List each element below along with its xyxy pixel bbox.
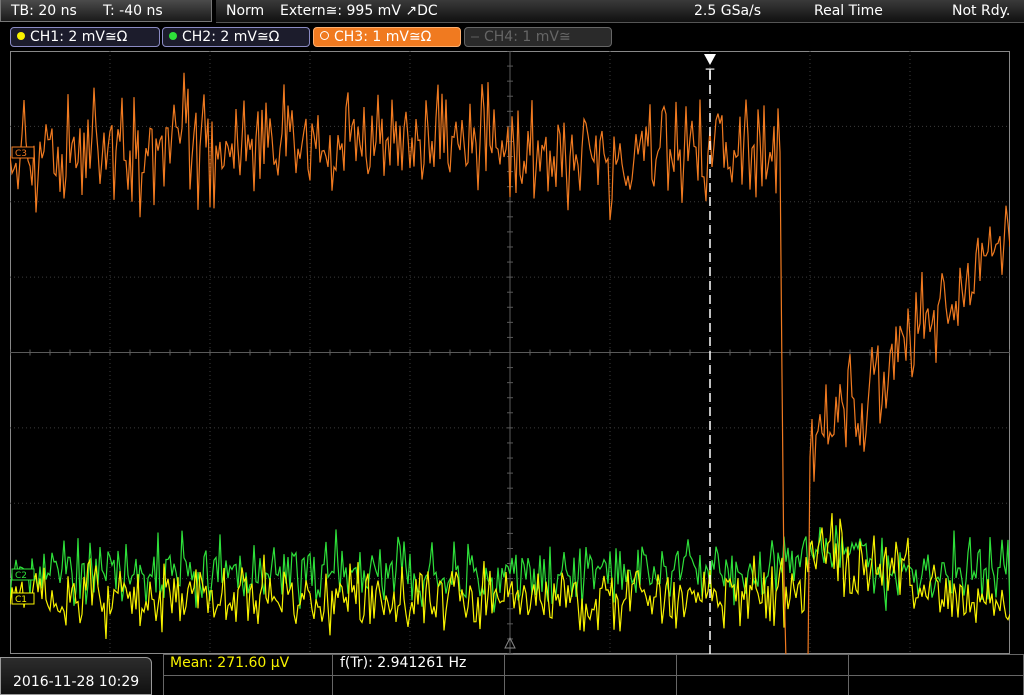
acquisition-status: Norm Extern≅: 995 mV ↗DC 2.5 GSa/s Real … [216, 0, 1024, 23]
channel-2-dot-icon [169, 32, 177, 40]
channel-4-tab[interactable]: CH4: 1 mV≅ [464, 27, 612, 47]
channel-3-label: CH3: 1 mV≅Ω [334, 29, 432, 45]
datetime-box: 2016-11-28 10:29 [0, 657, 152, 695]
trigger-time-label: T: -40 ns [103, 3, 163, 19]
timebase-box[interactable]: TB: 20 ns T: -40 ns [0, 0, 212, 22]
channel-1-tab[interactable]: CH1: 2 mV≅Ω [10, 27, 160, 47]
channel-3-tab[interactable]: CH3: 1 mV≅Ω [313, 27, 461, 47]
measurement-cell-empty-3 [849, 654, 1024, 675]
timebase-label: TB: 20 ns [11, 3, 77, 19]
channel-4-off-icon [471, 36, 479, 38]
top-status-bar: TB: 20 ns T: -40 ns Norm Extern≅: 995 mV… [0, 0, 1024, 24]
measurement-cell-row2-3 [505, 675, 677, 695]
channel-4-label: CH4: 1 mV≅ [484, 29, 571, 45]
waveform-display[interactable]: T C3 C2 C1 [10, 51, 1010, 654]
measurement-cell-row2-4 [677, 675, 849, 695]
trigger-marker-label: T [705, 67, 715, 83]
channel-2-label: CH2: 2 mV≅Ω [182, 29, 280, 45]
measurement-table[interactable]: Mean: 271.60 µV f(Tr): 2.941261 Hz [163, 654, 1024, 695]
channel-3-marker-label: C3 [15, 149, 27, 159]
datetime-label: 2016-11-28 10:29 [13, 674, 140, 690]
measurement-cell-empty-1 [505, 654, 677, 675]
sample-rate: 2.5 GSa/s [694, 3, 762, 19]
channel-1-label: CH1: 2 mV≅Ω [30, 29, 128, 45]
channel-3-offset-marker[interactable]: C3 [11, 146, 35, 159]
channel-2-offset-marker[interactable]: C2 [11, 568, 35, 581]
channel-2-tab[interactable]: CH2: 2 mV≅Ω [162, 27, 310, 47]
channel-3-dot-icon [320, 31, 329, 40]
measurement-frequency: f(Tr): 2.941261 Hz [340, 655, 467, 671]
channel-1-marker-label: C1 [15, 595, 27, 605]
channel-1-dot-icon [17, 32, 25, 40]
measurement-cell-row2-5 [849, 675, 1024, 695]
measurement-cell-empty-2 [677, 654, 849, 675]
measurement-cell-row2-2 [333, 675, 505, 695]
trigger-source[interactable]: Extern≅: 995 mV ↗DC [280, 3, 438, 19]
channel-2-marker-label: C2 [15, 571, 27, 581]
run-state: Not Rdy. [952, 3, 1011, 19]
measurement-cell-row2-1 [163, 675, 333, 695]
channel-1-offset-marker[interactable]: C1 [11, 592, 35, 605]
measurement-mean: Mean: 271.60 µV [170, 655, 290, 671]
trigger-mode[interactable]: Norm [226, 3, 264, 19]
acquisition-mode: Real Time [814, 3, 883, 19]
